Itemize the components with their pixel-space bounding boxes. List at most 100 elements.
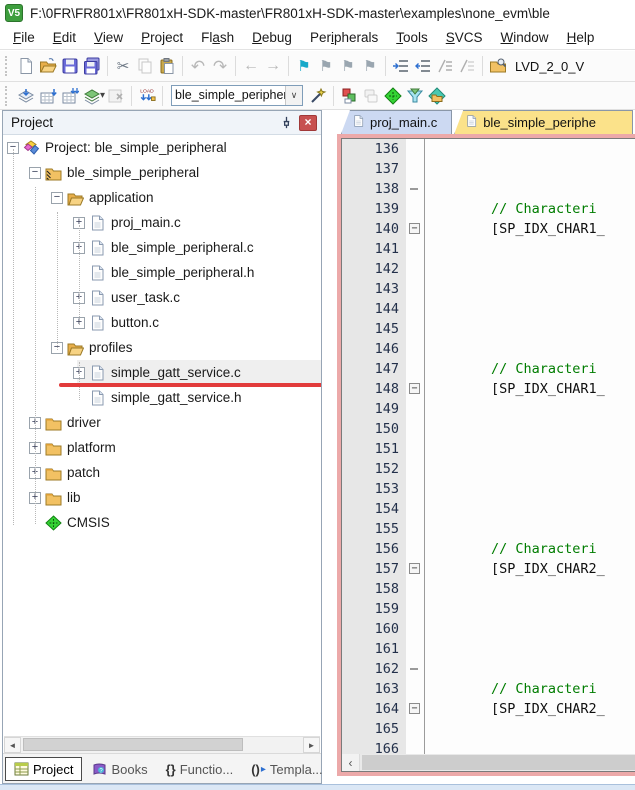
toolbar-grip[interactable] [5, 56, 10, 76]
menu-debug[interactable]: Debug [243, 27, 301, 48]
code-line-146[interactable]: 146 [342, 339, 635, 359]
copy-button[interactable] [134, 55, 156, 77]
pin-icon[interactable] [277, 114, 295, 131]
workspace-tab-functio[interactable]: {}Functio... [158, 757, 242, 781]
code-line-164[interactable]: 164−[SP_IDX_CHAR2_ [342, 699, 635, 719]
close-panel-button[interactable]: × [299, 115, 317, 131]
tree-item-cmsis[interactable]: CMSIS [3, 510, 321, 535]
scroll-right-button[interactable]: ► [303, 737, 320, 753]
tree-item-driver[interactable]: +driver [3, 410, 321, 435]
tree-item-ble-simple-peripheral[interactable]: −ble_simple_peripheral [3, 160, 321, 185]
code-line-137[interactable]: 137 [342, 159, 635, 179]
code-line-162[interactable]: 162 [342, 659, 635, 679]
code-line-151[interactable]: 151 [342, 439, 635, 459]
download-button[interactable]: LOAD [136, 85, 158, 107]
menu-window[interactable]: Window [492, 27, 558, 48]
workspace-tab-project[interactable]: Project [5, 757, 82, 781]
scroll-thumb[interactable] [23, 738, 243, 751]
workspace-tab-templa[interactable]: ()▸Templa... [243, 757, 330, 781]
select-software-packs-button[interactable] [404, 85, 426, 107]
stop-build-button[interactable] [105, 85, 127, 107]
tree-item-application[interactable]: −application [3, 185, 321, 210]
pack-installer-button[interactable] [426, 85, 448, 107]
tree-item-profiles[interactable]: −profiles [3, 335, 321, 360]
paste-button[interactable] [156, 55, 178, 77]
code-line-161[interactable]: 161 [342, 639, 635, 659]
code-line-136[interactable]: 136 [342, 139, 635, 159]
code-line-154[interactable]: 154 [342, 499, 635, 519]
code-line-160[interactable]: 160 [342, 619, 635, 639]
tree-item-simple-gatt-service-c[interactable]: +simple_gatt_service.c [3, 360, 321, 385]
editor-tab-ble-simple-periphe[interactable]: ble_simple_periphe [454, 110, 633, 134]
code-line-140[interactable]: 140−[SP_IDX_CHAR1_ [342, 219, 635, 239]
code-line-145[interactable]: 145 [342, 319, 635, 339]
menu-flash[interactable]: Flash [192, 27, 243, 48]
tree-item-project-ble-simple-peripheral[interactable]: −Project: ble_simple_peripheral [3, 135, 321, 160]
editor-hscrollbar[interactable]: ‹ [342, 754, 635, 771]
menu-svcs[interactable]: SVCS [437, 27, 492, 48]
code-line-155[interactable]: 155 [342, 519, 635, 539]
open-file-button[interactable] [37, 55, 59, 77]
project-panel-hscrollbar[interactable]: ◄ ► [4, 736, 320, 753]
fold-collapse-box[interactable]: − [409, 563, 420, 574]
editor-scroll-thumb[interactable] [362, 755, 635, 770]
code-line-165[interactable]: 165 [342, 719, 635, 739]
menu-project[interactable]: Project [132, 27, 192, 48]
save-all-button[interactable] [81, 55, 103, 77]
new-file-button[interactable] [15, 55, 37, 77]
code-line-144[interactable]: 144 [342, 299, 635, 319]
fold-collapse-box[interactable]: − [409, 383, 420, 394]
tree-item-button-c[interactable]: +button.c [3, 310, 321, 335]
cut-button[interactable]: ✂ [112, 55, 134, 77]
file-extensions-button[interactable] [338, 85, 360, 107]
editor-tab-proj-main-c[interactable]: proj_main.c [341, 110, 452, 134]
uncomment-selection-button[interactable] [456, 55, 478, 77]
next-bookmark-button[interactable]: ⚑ [315, 55, 337, 77]
code-line-138[interactable]: 138 [342, 179, 635, 199]
editor-scroll-left-button[interactable]: ‹ [342, 754, 360, 771]
toolbar-grip[interactable] [5, 86, 10, 106]
find-text-value[interactable]: LVD_2_0_V [515, 59, 584, 74]
find-in-files-icon[interactable] [487, 55, 509, 77]
fold-collapse-box[interactable]: − [409, 703, 420, 714]
collapse-expander[interactable]: − [51, 192, 63, 204]
menu-peripherals[interactable]: Peripherals [301, 27, 387, 48]
build-button[interactable] [37, 85, 59, 107]
code-line-142[interactable]: 142 [342, 259, 635, 279]
tree-item-platform[interactable]: +platform [3, 435, 321, 460]
code-line-158[interactable]: 158 [342, 579, 635, 599]
code-line-149[interactable]: 149 [342, 399, 635, 419]
code-editor[interactable]: 136137138139// Characteri140−[SP_IDX_CHA… [341, 138, 635, 772]
code-line-150[interactable]: 150 [342, 419, 635, 439]
translate-button[interactable] [15, 85, 37, 107]
code-line-157[interactable]: 157−[SP_IDX_CHAR2_ [342, 559, 635, 579]
tree-item-lib[interactable]: +lib [3, 485, 321, 510]
code-line-159[interactable]: 159 [342, 599, 635, 619]
menu-file[interactable]: File [4, 27, 44, 48]
target-select-dropdown-button[interactable]: ∨ [285, 86, 302, 105]
tree-item-patch[interactable]: +patch [3, 460, 321, 485]
menu-view[interactable]: View [85, 27, 132, 48]
toggle-bookmark-button[interactable]: ⚑ [293, 55, 315, 77]
save-button[interactable] [59, 55, 81, 77]
code-line-152[interactable]: 152 [342, 459, 635, 479]
undo-button[interactable]: ↶ [187, 55, 209, 77]
code-line-139[interactable]: 139// Characteri [342, 199, 635, 219]
scroll-left-button[interactable]: ◄ [4, 737, 21, 753]
manage-multi-project-button[interactable] [360, 85, 382, 107]
unindent-button[interactable] [412, 55, 434, 77]
code-line-156[interactable]: 156// Characteri [342, 539, 635, 559]
redo-button[interactable]: ↷ [209, 55, 231, 77]
menu-edit[interactable]: Edit [44, 27, 85, 48]
comment-selection-button[interactable] [434, 55, 456, 77]
fold-collapse-box[interactable]: − [409, 223, 420, 234]
code-line-148[interactable]: 148−[SP_IDX_CHAR1_ [342, 379, 635, 399]
code-line-153[interactable]: 153 [342, 479, 635, 499]
code-line-143[interactable]: 143 [342, 279, 635, 299]
target-select[interactable]: ble_simple_periphera ∨ [171, 85, 303, 106]
code-line-147[interactable]: 147// Characteri [342, 359, 635, 379]
rebuild-all-button[interactable] [59, 85, 81, 107]
scroll-track[interactable] [21, 737, 303, 753]
clear-bookmarks-button[interactable]: ⚑ [359, 55, 381, 77]
prev-bookmark-button[interactable]: ⚑ [337, 55, 359, 77]
